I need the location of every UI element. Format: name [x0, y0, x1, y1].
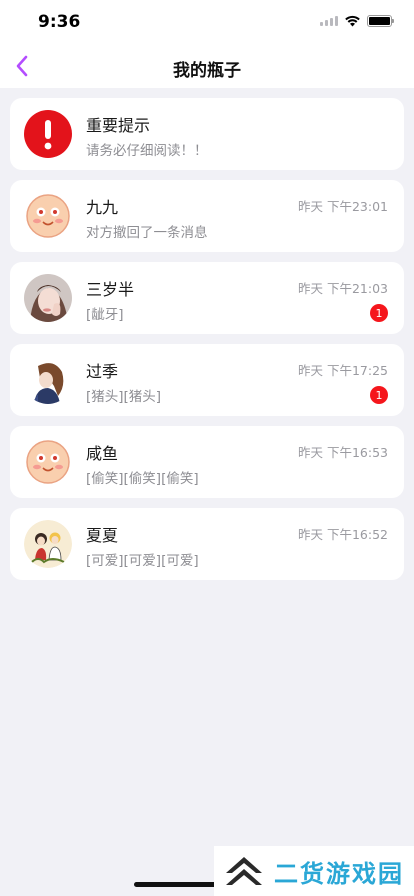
avatar [24, 356, 72, 404]
contact-name: 三岁半 [86, 280, 135, 299]
message-preview: [偷笑][偷笑][偷笑] [86, 471, 199, 487]
cellular-signal-icon [320, 16, 338, 26]
message-time: 昨天 下午21:03 [298, 281, 388, 296]
message-time: 昨天 下午17:25 [298, 363, 388, 378]
notice-card[interactable]: 重要提示 请务必仔细阅读！！ [10, 98, 404, 170]
warning-icon [24, 110, 72, 158]
list-item[interactable]: 过季 [猪头][猪头] 昨天 下午17:25 1 [10, 344, 404, 416]
smiley-face-icon [26, 194, 70, 238]
anime-girl-icon [24, 356, 72, 404]
smiley-face-icon [26, 440, 70, 484]
battery-icon [367, 15, 394, 27]
watermark: 二货游戏园 [214, 846, 414, 896]
nav-bar: 我的瓶子 [0, 44, 414, 88]
message-preview: 对方撤回了一条消息 [86, 225, 208, 241]
contact-name: 咸鱼 [86, 444, 119, 463]
unread-badge: 1 [370, 304, 388, 322]
unread-badge: 1 [370, 386, 388, 404]
message-time: 昨天 下午16:52 [298, 527, 388, 542]
status-icons [320, 15, 394, 27]
contact-name: 过季 [86, 362, 119, 381]
status-time: 9:36 [38, 12, 81, 32]
avatar [24, 438, 72, 486]
logo-icon [226, 857, 262, 885]
list-item[interactable]: 咸鱼 [偷笑][偷笑][偷笑] 昨天 下午16:53 [10, 426, 404, 498]
message-time: 昨天 下午23:01 [298, 199, 388, 214]
wifi-icon [345, 15, 360, 27]
message-preview: [可爱][可爱][可爱] [86, 553, 199, 569]
notice-title: 重要提示 [86, 116, 151, 135]
watermark-text: 二货游戏园 [274, 859, 404, 888]
message-time: 昨天 下午16:53 [298, 445, 388, 460]
contact-name: 九九 [86, 198, 119, 217]
avatar [24, 192, 72, 240]
page-title: 我的瓶子 [173, 61, 241, 81]
girl-photo-icon [24, 274, 72, 322]
conversation-list: 重要提示 请务必仔细阅读！！ 九九 对方撤回了一条消息 昨天 下午23:01 三… [10, 98, 404, 590]
message-preview: [猪头][猪头] [86, 389, 162, 405]
message-preview: [龇牙] [86, 307, 124, 323]
list-item[interactable]: 九九 对方撤回了一条消息 昨天 下午23:01 [10, 180, 404, 252]
list-item[interactable]: 三岁半 [龇牙] 昨天 下午21:03 1 [10, 262, 404, 334]
avatar [24, 520, 72, 568]
list-item[interactable]: 夏夏 [可爱][可爱][可爱] 昨天 下午16:52 [10, 508, 404, 580]
contact-name: 夏夏 [86, 526, 119, 545]
cartoon-couple-icon [24, 520, 72, 568]
status-bar: 9:36 [0, 0, 414, 44]
avatar [24, 274, 72, 322]
notice-subtitle: 请务必仔细阅读！！ [86, 143, 208, 159]
